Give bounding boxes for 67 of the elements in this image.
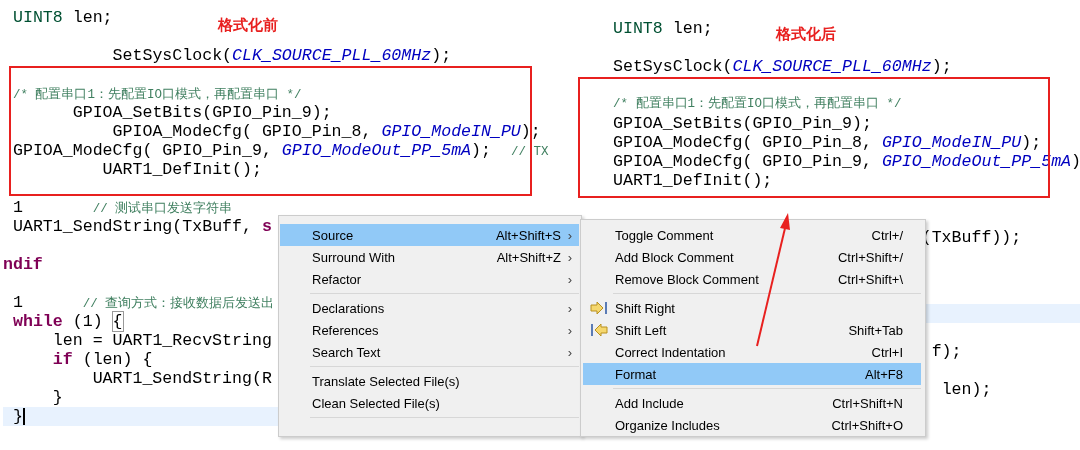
code-text: }: [52, 388, 63, 407]
menu-item[interactable]: Declarations ›: [280, 297, 579, 319]
keyword: ndif: [3, 255, 43, 274]
code-text: );: [471, 141, 492, 160]
menu-item[interactable]: Shift Left Shift+Tab: [583, 319, 921, 341]
constant-name: CLK_SOURCE_PLL_60MHz: [232, 46, 432, 65]
code-text: ): [1071, 152, 1080, 171]
menu-item[interactable]: Search Text ›: [280, 341, 579, 363]
menu-item[interactable]: Correct Indentation Ctrl+I: [583, 341, 921, 363]
code-text: UART1_DefInit();: [102, 160, 262, 179]
menu-item[interactable]: Refactor ›: [280, 268, 579, 290]
menu-item[interactable]: Organize Includes Ctrl+Shift+O: [583, 414, 921, 436]
code-comment: /* 配置串口1：先配置IO口模式，再配置串口 */: [12, 88, 302, 102]
code-text: 1: [12, 293, 24, 312]
type-name: UINT8: [12, 8, 63, 27]
matching-bracket: {: [112, 312, 123, 331]
code-text: len);: [941, 380, 992, 399]
caption: 格式化后: [776, 25, 836, 44]
menu-item[interactable]: Surround With Alt+Shift+Z ›: [280, 246, 579, 268]
menu-item[interactable]: Shift Right: [583, 297, 921, 319]
code-text: SetSysClock(: [613, 57, 733, 76]
menu-item[interactable]: Remove Block Comment Ctrl+Shift+\: [583, 268, 921, 290]
code-text: GPIOA_SetBits(GPIO_Pin_9);: [613, 114, 872, 133]
code-text: len;: [72, 8, 113, 27]
code-text: f);: [931, 342, 962, 361]
code-text: GPIOA_SetBits(GPIO_Pin_9);: [72, 103, 332, 122]
menu-item[interactable]: Format Alt+F8: [583, 363, 921, 385]
constant-name: CLK_SOURCE_PLL_60MHz: [732, 57, 932, 76]
code-text: len = UART1_RecvString: [52, 331, 272, 350]
code-comment: // 查询方式：接收数据后发送出: [82, 297, 275, 311]
code-text: UART1_DefInit();: [613, 171, 773, 190]
bar-arrow-left-icon: [590, 323, 608, 337]
code-text: GPIOA_ModeCfg( GPIO_Pin_9,: [12, 141, 273, 160]
code-text: );: [931, 57, 952, 76]
code-text: GPIOA_ModeCfg( GPIO_Pin_8,: [613, 133, 873, 152]
menu-item[interactable]: Translate Selected File(s): [280, 370, 579, 392]
code-text: );: [1021, 133, 1042, 152]
menu-item[interactable]: Add Include Ctrl+Shift+N: [583, 392, 921, 414]
constant-name: GPIO_ModeIN_PU: [381, 122, 521, 141]
code-text: GPIOA_ModeCfg( GPIO_Pin_9,: [613, 152, 873, 171]
constant-name: GPIO_ModeOut_PP_5mA: [281, 141, 472, 160]
constant-name: GPIO_ModeIN_PU: [881, 133, 1022, 152]
code-text: len;: [672, 19, 713, 38]
code-text: }: [12, 407, 23, 426]
keyword: s: [261, 217, 272, 236]
code-text: );: [431, 46, 452, 65]
keyword: if: [52, 350, 73, 369]
code-comment: // 测试串口发送字符串: [92, 202, 233, 216]
menu-item[interactable]: Add Block Comment Ctrl+Shift+/: [583, 246, 921, 268]
code-text: (TxBuff));: [921, 228, 1022, 247]
menu-item[interactable]: Toggle Comment Ctrl+/: [583, 224, 921, 246]
code-text: UART1_SendString(TxBuff,: [12, 217, 253, 236]
arrow-right-bar-icon: [590, 301, 608, 315]
code-text: SetSysClock(: [112, 46, 233, 65]
code-text: GPIOA_ModeCfg( GPIO_Pin_8,: [112, 122, 373, 141]
caption: 格式化前: [218, 16, 278, 35]
menu-item[interactable]: References ›: [280, 319, 579, 341]
keyword: while: [12, 312, 63, 331]
code-text: (1): [72, 312, 104, 331]
code-comment: /* 配置串口1：先配置IO口模式，再配置串口 */: [613, 97, 902, 111]
type-name: UINT8: [613, 19, 663, 38]
menu-item[interactable]: Clean Selected File(s): [280, 392, 579, 414]
menu-item[interactable]: Source Alt+Shift+S ›: [280, 224, 579, 246]
code-text: 1: [12, 198, 24, 217]
code-text: UART1_SendString(R: [92, 369, 272, 388]
code-comment: // TX: [510, 145, 549, 159]
code-text: (len) {: [82, 350, 153, 369]
